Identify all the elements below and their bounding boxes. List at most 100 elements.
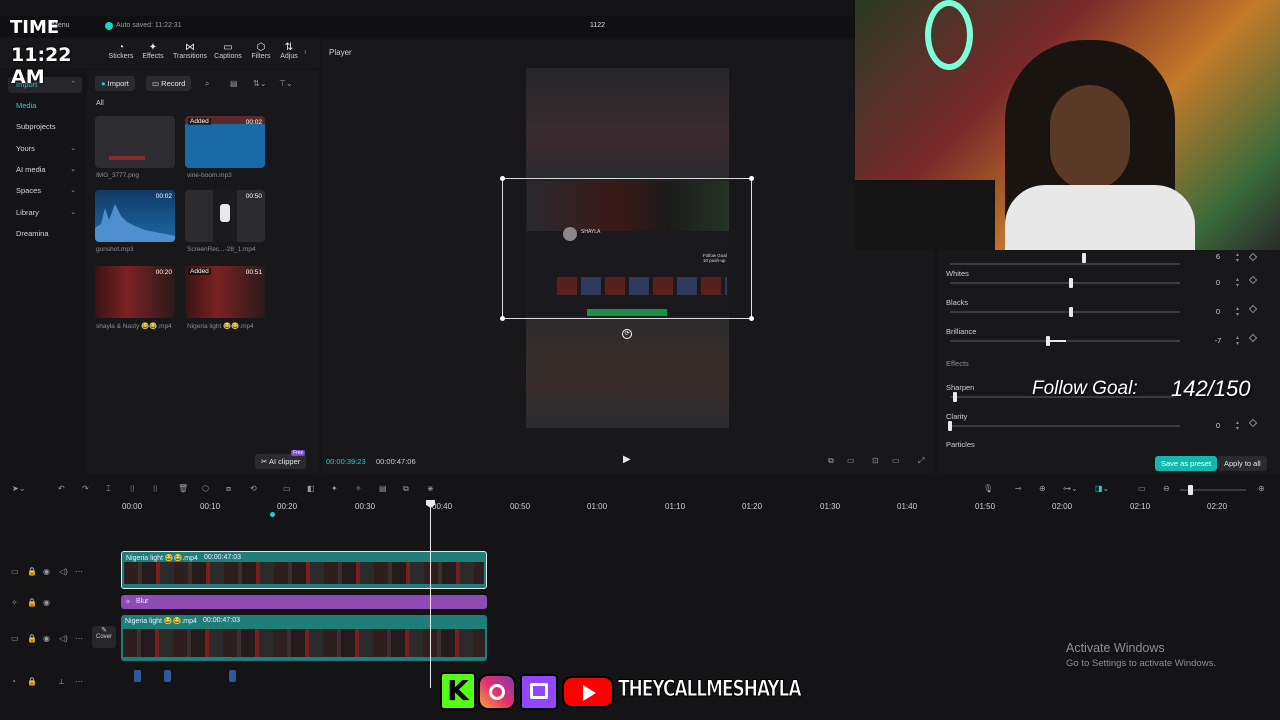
- playhead[interactable]: [430, 500, 431, 688]
- record-button[interactable]: ▭ Record: [146, 76, 192, 91]
- ai-clipper-button[interactable]: ✂ AI clipper: [255, 454, 307, 469]
- video-clip-overlay[interactable]: Nigeria light 😂😂.mp4 00:00:47:03: [121, 551, 487, 589]
- chain-icon[interactable]: ⊶⌄: [1063, 484, 1078, 493]
- lock-icon[interactable]: 🔒: [27, 634, 37, 643]
- split-right-icon[interactable]: ⌷: [153, 484, 158, 494]
- sidebar-item-yours[interactable]: Yours ⌄: [8, 141, 82, 157]
- stepper-icon[interactable]: ▴ ▾: [1236, 335, 1239, 347]
- import-button[interactable]: ● Import: [95, 76, 135, 91]
- microphone-icon[interactable]: 🎙: [983, 484, 993, 493]
- tab-transitions[interactable]: ⋈ Transitions: [173, 42, 207, 60]
- tab-adjust[interactable]: ⇅ Adjus: [274, 42, 304, 60]
- media-thumb-nigeria-light[interactable]: Added 00:51: [185, 266, 265, 318]
- slider-knob[interactable]: [1046, 336, 1050, 346]
- mirror-icon[interactable]: ◧: [307, 484, 315, 493]
- slider-value[interactable]: 0: [1208, 278, 1228, 287]
- resize-handle-tr[interactable]: [749, 176, 754, 181]
- filter-icon[interactable]: ⊤⌄: [279, 79, 293, 88]
- keyframe-icon[interactable]: [1248, 304, 1258, 314]
- slider-knob[interactable]: [1082, 253, 1086, 263]
- freeze-icon[interactable]: ⋇: [427, 484, 434, 493]
- eye-icon[interactable]: ◉: [43, 634, 50, 643]
- resize-handle-br[interactable]: [749, 316, 754, 321]
- stepper-icon[interactable]: ▴ ▾: [1236, 306, 1239, 318]
- sidebar-item-media[interactable]: Media: [8, 98, 82, 114]
- tab-effects[interactable]: ✦ Effects: [136, 42, 170, 60]
- split-left-icon[interactable]: ⌷: [130, 484, 135, 494]
- zoom-out-icon[interactable]: ⊖: [1163, 484, 1170, 493]
- link-icon[interactable]: ⊸: [1015, 484, 1022, 493]
- sort-icon[interactable]: ⇅⌄: [253, 79, 266, 88]
- audio-icon[interactable]: ◁): [59, 567, 68, 576]
- audio-mute-icon[interactable]: ⟂: [59, 677, 64, 687]
- media-thumb-shayla-nasty[interactable]: 00:20: [95, 266, 175, 318]
- audio-clip-marker[interactable]: [164, 670, 171, 682]
- subtitle-icon[interactable]: ▤: [379, 484, 387, 493]
- keyframe-icon[interactable]: [1248, 418, 1258, 428]
- selected-clip-frame[interactable]: SHAYLA Follow Goal 10 push-up: [500, 176, 754, 321]
- resize-handle-tl[interactable]: [500, 176, 505, 181]
- video-clip-main[interactable]: Nigeria light 😂😂.mp4 00:00:47:03: [121, 615, 487, 661]
- zoom-fit-icon[interactable]: ⊕: [1258, 484, 1265, 493]
- resize-tool-icon[interactable]: ⧉: [403, 484, 409, 494]
- cover-button[interactable]: ✎ Cover: [92, 626, 116, 648]
- stepper-icon[interactable]: ▴ ▾: [1236, 252, 1239, 264]
- slider-knob[interactable]: [953, 392, 957, 402]
- more-icon[interactable]: ⋯: [75, 567, 83, 576]
- crop-icon[interactable]: ⧉: [828, 456, 834, 466]
- zoom-slider-knob[interactable]: [1188, 485, 1193, 495]
- apply-to-all-button[interactable]: Apply to all: [1218, 456, 1267, 471]
- stepper-icon[interactable]: ▴ ▾: [1236, 420, 1239, 432]
- preview-axis-icon[interactable]: ◨⌄: [1095, 484, 1109, 493]
- sidebar-item-spaces[interactable]: Spaces ⌄: [8, 183, 82, 199]
- slider-value[interactable]: 6: [1208, 252, 1228, 261]
- media-thumb-gunshot[interactable]: 00:02: [95, 190, 175, 242]
- slider-value[interactable]: 0: [1208, 421, 1228, 430]
- media-thumb-vine-boom[interactable]: Added 00:02: [185, 116, 265, 168]
- redo-icon[interactable]: ↷: [82, 484, 89, 493]
- sidebar-item-subprojects[interactable]: Subprojects: [8, 119, 82, 135]
- effect-clip-blur[interactable]: ✧ Blur: [121, 595, 487, 609]
- snap-icon[interactable]: ⊕: [1039, 484, 1046, 493]
- sidebar-item-library[interactable]: Library ⌄: [8, 205, 82, 221]
- slider-value[interactable]: 0: [1208, 307, 1228, 316]
- speed-icon[interactable]: ⟲: [250, 484, 257, 493]
- more-icon[interactable]: ⋯: [75, 677, 83, 686]
- stepper-icon[interactable]: ▴ ▾: [1236, 277, 1239, 289]
- slider-value[interactable]: -7: [1208, 336, 1228, 345]
- keyframe-icon[interactable]: [1248, 252, 1258, 262]
- slider-knob[interactable]: [948, 421, 952, 431]
- split-icon[interactable]: ⌶: [106, 484, 111, 494]
- audio-clip-marker[interactable]: [134, 670, 141, 682]
- caption-toggle-icon[interactable]: ▭: [1138, 484, 1146, 493]
- rotate-handle-icon[interactable]: ⟳: [622, 329, 632, 339]
- lock-icon[interactable]: 🔒: [27, 567, 37, 576]
- select-tool-icon[interactable]: ➤⌄: [12, 484, 25, 493]
- lock-icon[interactable]: 🔒: [27, 677, 37, 686]
- sidebar-item-ai-media[interactable]: AI media ⌄: [8, 162, 82, 178]
- slider-knob[interactable]: [1069, 278, 1073, 288]
- tab-filters[interactable]: ⬡ Filters: [244, 42, 278, 60]
- slider-knob[interactable]: [1069, 307, 1073, 317]
- tabs-scroll-right-icon[interactable]: ›: [304, 47, 307, 56]
- snapshot-icon[interactable]: ⊡: [872, 456, 879, 465]
- effect-tool-icon[interactable]: ✦: [331, 484, 338, 493]
- slider-track[interactable]: [950, 311, 1180, 313]
- tab-captions[interactable]: ▭ Captions: [211, 42, 245, 60]
- delete-icon[interactable]: 🗑: [178, 484, 188, 493]
- sidebar-item-dreamina[interactable]: Dreamina: [8, 226, 82, 242]
- marker-icon[interactable]: ⬡: [202, 484, 209, 493]
- media-thumb-screenrec[interactable]: 00:50: [185, 190, 265, 242]
- marker-dot[interactable]: [270, 512, 275, 517]
- more-icon[interactable]: ⋯: [75, 634, 83, 643]
- undo-icon[interactable]: ↶: [58, 484, 65, 493]
- search-icon[interactable]: ⌕: [205, 79, 209, 89]
- aspect-ratio-icon[interactable]: ▭: [892, 456, 900, 465]
- quality-icon[interactable]: ▭: [847, 456, 855, 465]
- save-as-preset-button[interactable]: Save as preset: [1155, 456, 1218, 471]
- eye-icon[interactable]: ◉: [43, 567, 50, 576]
- lock-icon[interactable]: 🔒: [27, 598, 37, 607]
- crop-tool-icon[interactable]: ⧈: [226, 484, 231, 494]
- audio-icon[interactable]: ◁): [59, 634, 68, 643]
- media-thumb-img3777[interactable]: [95, 116, 175, 168]
